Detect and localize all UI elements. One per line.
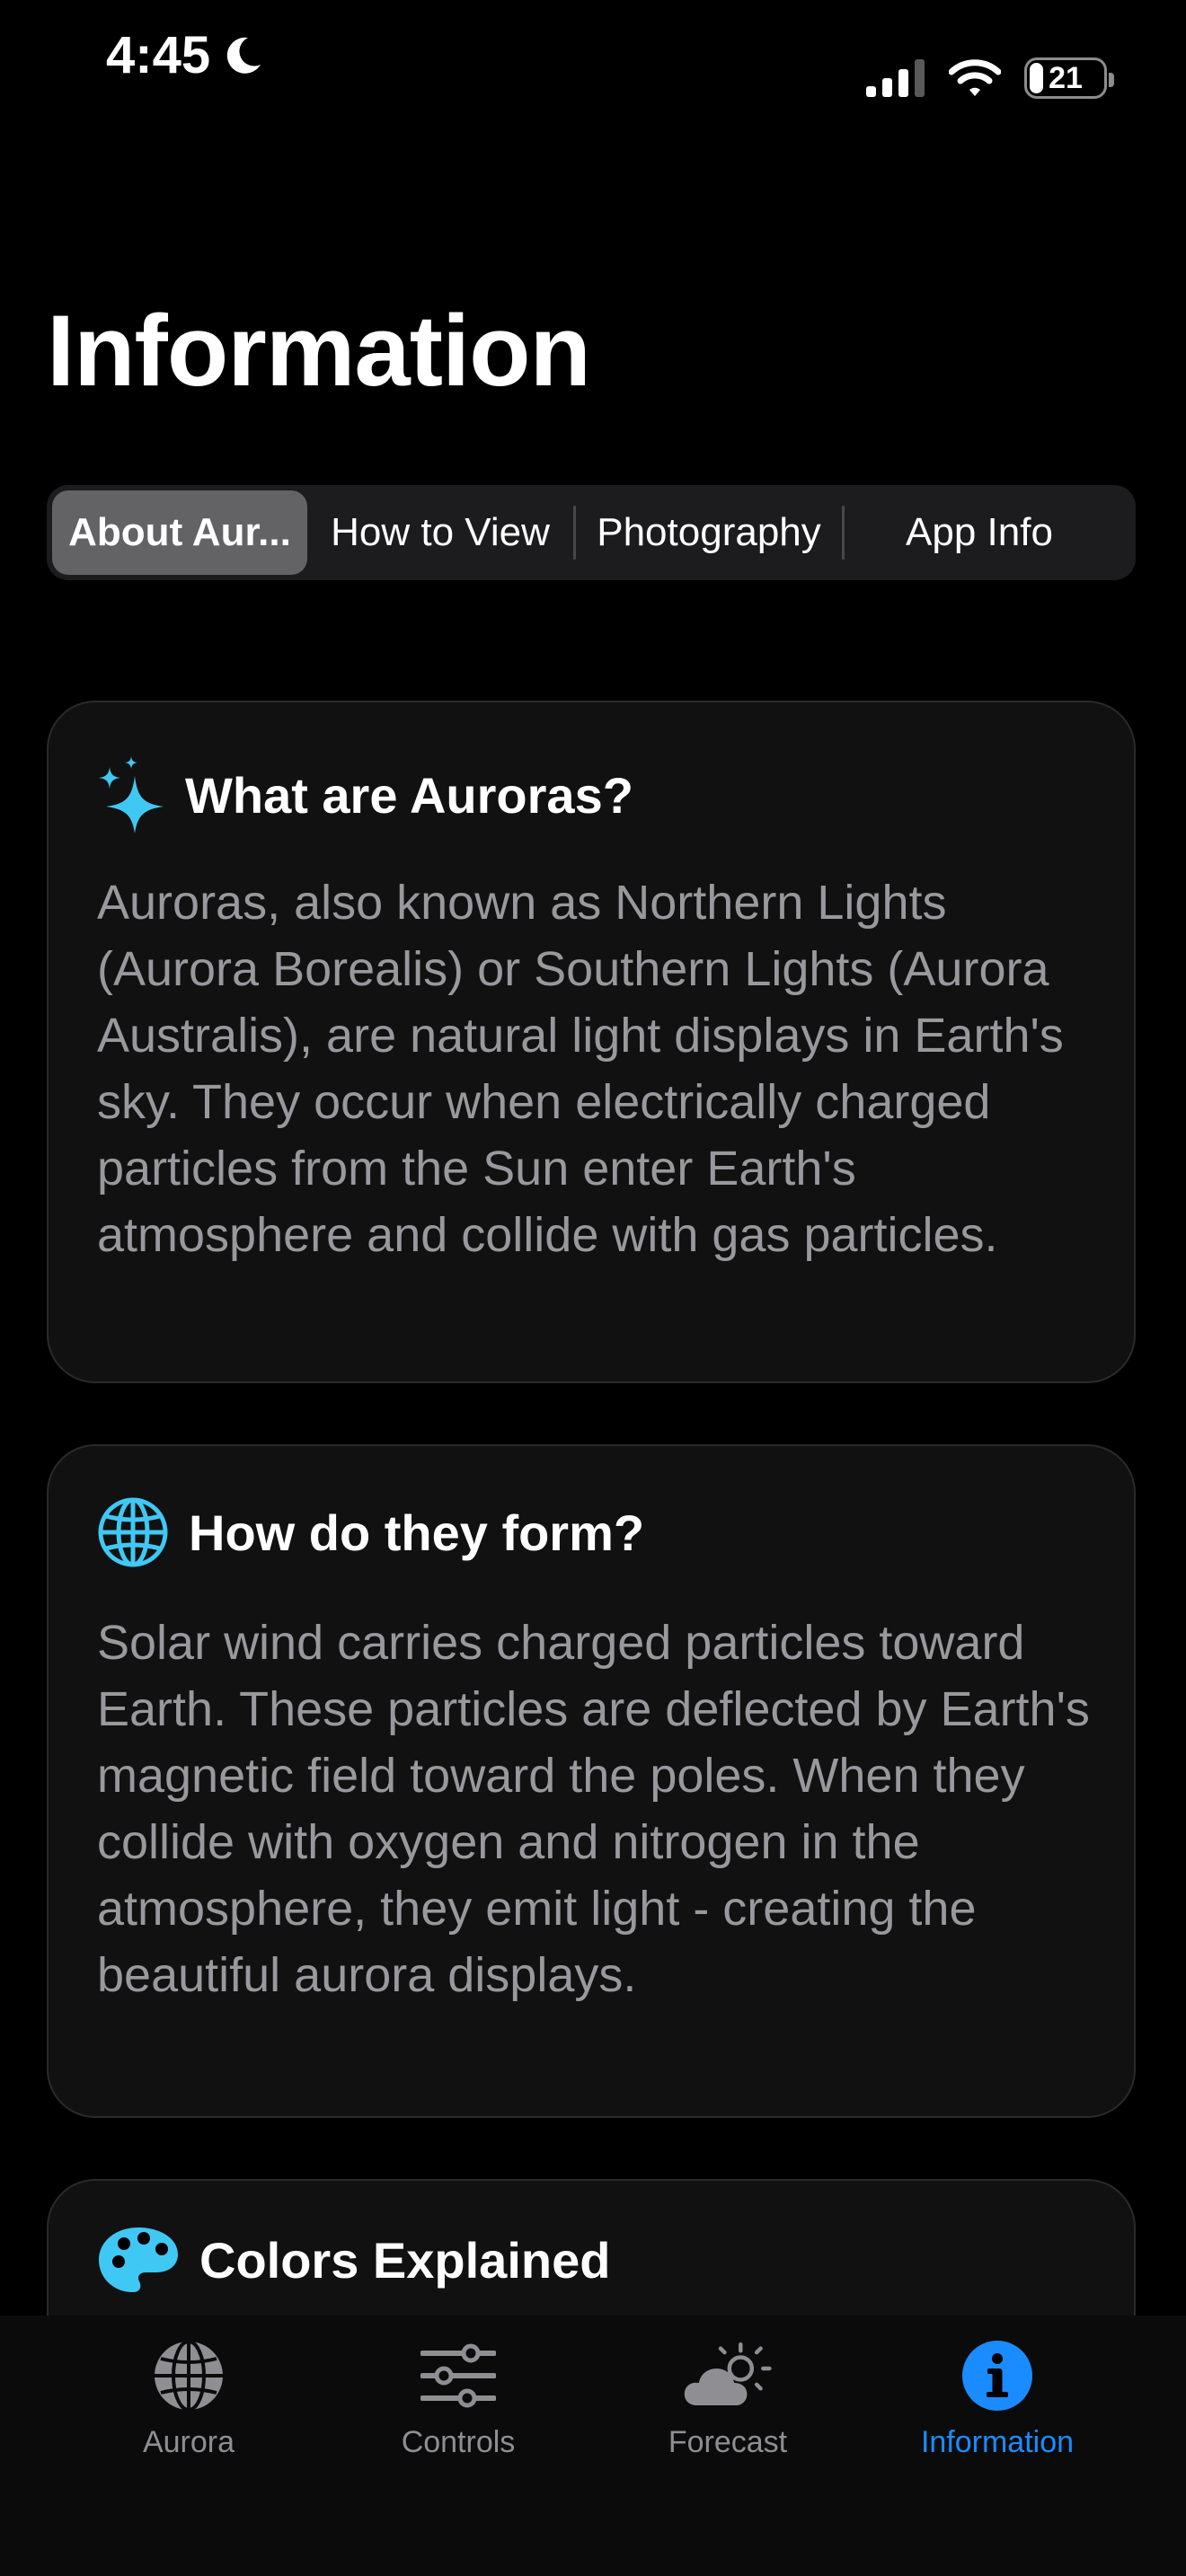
- status-indicators: 21: [866, 57, 1114, 99]
- battery-fill: [1030, 63, 1044, 93]
- tab-information[interactable]: Information: [881, 2316, 1114, 2576]
- segment-how-to-view[interactable]: How to View: [307, 490, 573, 575]
- sliders-icon: [420, 2343, 496, 2408]
- tab-controls[interactable]: Controls: [341, 2316, 575, 2576]
- tab-label: Information: [920, 2425, 1075, 2459]
- segment-about-auroras[interactable]: About Aur...: [52, 490, 307, 575]
- tab-icon: [952, 2335, 1042, 2416]
- tab-label: Forecast: [668, 2425, 788, 2459]
- card-header: What are Auroras?: [97, 756, 633, 834]
- card-title: What are Auroras?: [185, 766, 633, 824]
- info-icon: [962, 2341, 1032, 2411]
- status-time: 4:45: [106, 25, 264, 85]
- tab-icon: [683, 2335, 773, 2416]
- segment-app-info[interactable]: App Info: [845, 490, 1114, 575]
- card-what-are-auroras: What are Auroras? Auroras, also known as…: [47, 701, 1136, 1383]
- tab-bar: Aurora Controls Forecast Information: [0, 2316, 1186, 2576]
- signal-icon: [866, 59, 925, 97]
- battery-icon: 21: [1024, 57, 1114, 99]
- card-header: Colors Explained: [97, 2226, 610, 2294]
- card-header: How do they form?: [97, 1496, 644, 1568]
- status-time-text: 4:45: [106, 26, 211, 84]
- sparkles-icon: [99, 756, 164, 834]
- wifi-icon: [949, 59, 1001, 96]
- tab-aurora[interactable]: Aurora: [72, 2316, 305, 2576]
- battery-nub: [1109, 73, 1114, 87]
- palette-icon: [99, 2228, 178, 2292]
- cloud-sun-icon: [684, 2342, 772, 2406]
- tab-label: Aurora: [142, 2425, 235, 2459]
- tab-icon: [413, 2335, 503, 2416]
- card-title: Colors Explained: [199, 2231, 611, 2289]
- moon-icon: [226, 37, 261, 74]
- card-body: Solar wind carries charged particles tow…: [97, 1616, 1090, 2002]
- globe-icon: [155, 2340, 223, 2412]
- tab-label: Controls: [401, 2425, 516, 2459]
- tab-forecast[interactable]: Forecast: [611, 2316, 845, 2576]
- card-body: Auroras, also known as Northern Lights (…: [97, 876, 1064, 1262]
- globe-icon: [98, 1497, 168, 1567]
- screen: 4:45 21 Information About Aur... How to …: [0, 0, 1186, 2576]
- segmented-control: About Aur... How to View Photography App…: [47, 485, 1136, 580]
- card-how-do-they-form: How do they form? Solar wind carries cha…: [47, 1444, 1136, 2118]
- segment-photography[interactable]: Photography: [576, 490, 842, 575]
- tab-icon: [144, 2335, 234, 2416]
- battery-level: 21: [1049, 60, 1083, 95]
- card-title: How do they form?: [189, 1504, 645, 1561]
- page-title: Information: [47, 295, 591, 407]
